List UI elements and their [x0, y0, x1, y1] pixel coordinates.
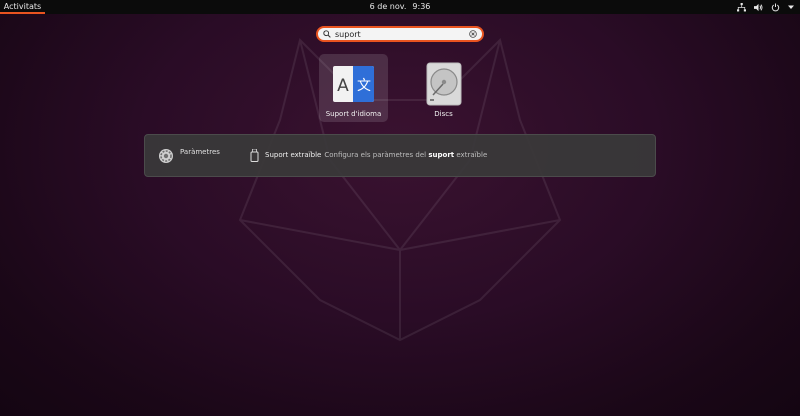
desc-prefix: Configura els paràmetres del: [324, 151, 427, 159]
usb-drive-icon: [250, 148, 259, 162]
desc-suffix: extraïble: [456, 151, 488, 159]
app-result-disks[interactable]: Discs: [409, 54, 478, 122]
svg-text:文: 文: [357, 78, 371, 94]
search-icon: [323, 30, 331, 38]
clock-time: 9:36: [412, 2, 431, 11]
wallpaper-mascot: [238, 38, 562, 342]
power-icon[interactable]: [771, 2, 780, 12]
app-label: Discs: [434, 110, 453, 118]
result-removable-media[interactable]: Suport extraïble Configura els paràmetre…: [250, 148, 487, 162]
network-icon[interactable]: [737, 2, 746, 12]
result-title: Suport extraïble: [265, 151, 322, 159]
chevron-down-icon[interactable]: [788, 4, 794, 10]
settings-icon[interactable]: [158, 148, 174, 168]
system-tray[interactable]: [737, 0, 794, 14]
desc-highlight: suport: [428, 151, 455, 159]
svg-text:A: A: [337, 76, 349, 96]
provider-name[interactable]: Paràmetres: [180, 148, 220, 156]
clear-icon[interactable]: [469, 30, 477, 38]
language-support-icon: A 文: [333, 66, 374, 106]
clock[interactable]: 6 de nov. 9:36: [0, 0, 800, 14]
app-label: Suport d'idioma: [325, 110, 382, 118]
volume-icon[interactable]: [754, 3, 763, 12]
disks-icon: [426, 62, 462, 110]
clock-date: 6 de nov.: [369, 2, 407, 11]
search-input[interactable]: [335, 28, 455, 40]
result-description: Configura els paràmetres del suport extr…: [324, 151, 487, 159]
app-result-language-support[interactable]: A 文 Suport d'idioma: [319, 54, 388, 122]
settings-provider-results: Paràmetres Suport extraïble Configura el…: [144, 134, 656, 177]
top-bar: Activitats 6 de nov. 9:36: [0, 0, 800, 14]
search-entry[interactable]: [316, 26, 484, 42]
